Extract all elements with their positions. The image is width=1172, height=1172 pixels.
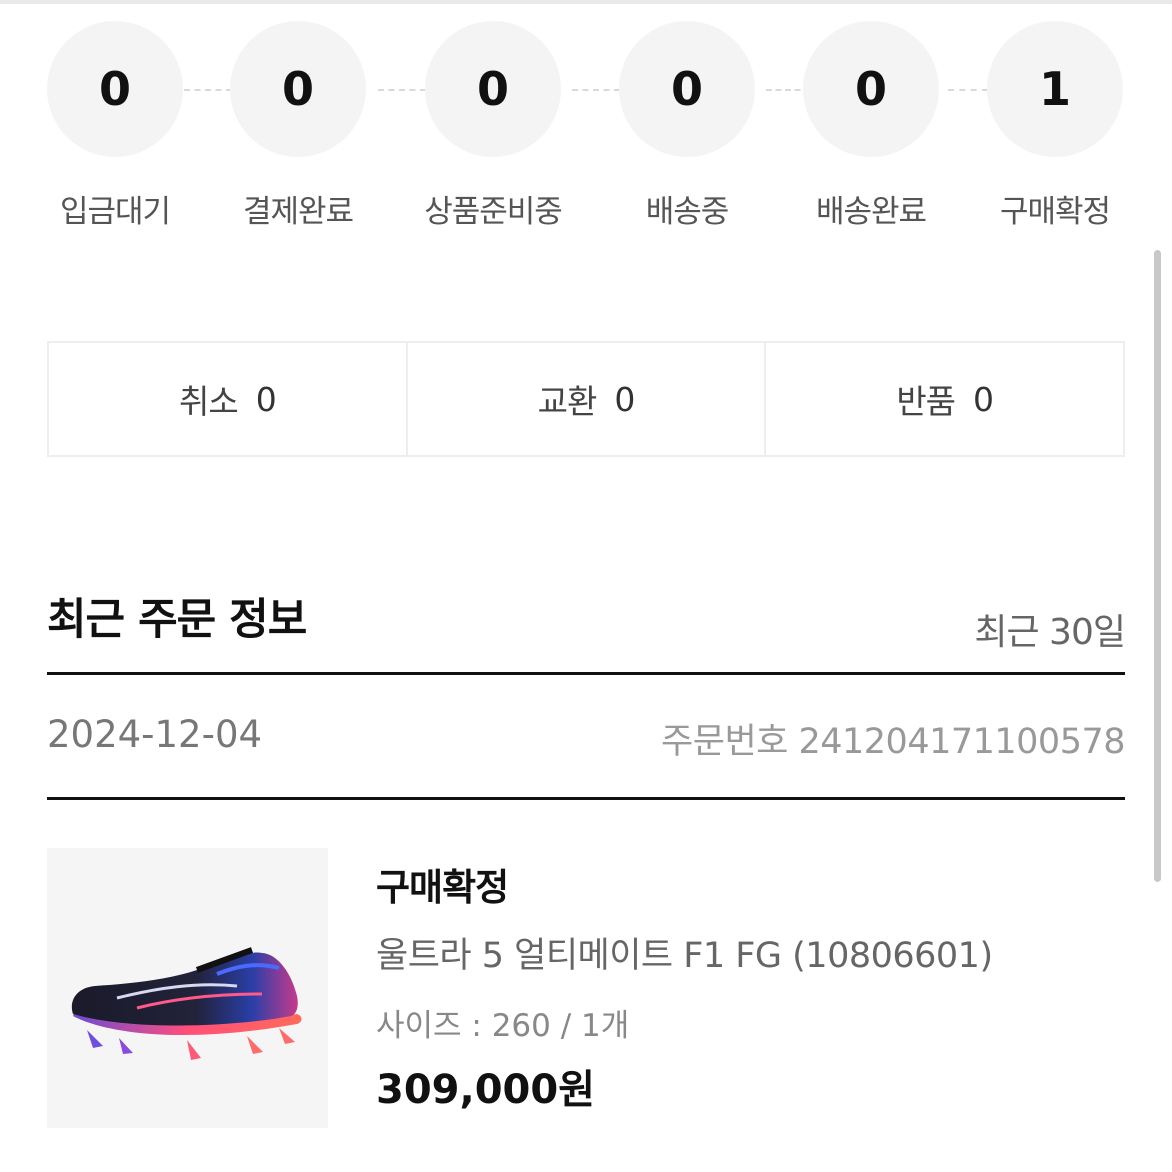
order-status-steps: 0 0 0 0 0 1 입금대기 결제완료 상품준비중 배송중 배송완료 구매확… xyxy=(47,10,1125,230)
claim-return-label: 반품 xyxy=(896,382,956,421)
step-count-paid[interactable]: 0 xyxy=(230,21,366,157)
step-connector xyxy=(378,89,426,91)
claim-cancel[interactable]: 취소 0 xyxy=(49,343,408,455)
item-name[interactable]: 울트라 5 얼티메이트 F1 FG (10806601) xyxy=(376,927,993,978)
shoe-illustration xyxy=(71,947,302,1060)
step-count-shipping[interactable]: 0 xyxy=(619,21,755,157)
step-label-preparing: 상품준비중 xyxy=(424,194,563,230)
claim-cancel-label: 취소 xyxy=(178,382,239,421)
recent-orders-title: 최근 주문 정보 xyxy=(47,595,307,645)
step-connector xyxy=(948,89,988,91)
shoe-product-image[interactable] xyxy=(47,848,328,1128)
step-connector xyxy=(572,89,620,91)
item-status: 구매확정 xyxy=(376,866,509,909)
step-count-pending-payment[interactable]: 0 xyxy=(47,21,183,157)
claim-return-count: 0 xyxy=(973,379,994,419)
item-price: 309,000원 xyxy=(376,1067,595,1113)
step-label-confirmed: 구매확정 xyxy=(999,194,1111,230)
order-date: 2024-12-04 xyxy=(47,713,263,756)
step-label-delivered: 배송완료 xyxy=(815,194,927,230)
top-divider xyxy=(0,0,1172,4)
step-label-shipping: 배송중 xyxy=(645,194,730,230)
recent-orders-range[interactable]: 최근 30일 xyxy=(974,603,1126,655)
item-option: 사이즈 : 260 / 1개 xyxy=(376,1008,630,1044)
claim-return[interactable]: 반품 0 xyxy=(766,343,1123,455)
order-number[interactable]: 주문번호 241204171100578 xyxy=(661,713,1125,764)
claim-exchange[interactable]: 교환 0 xyxy=(408,343,767,455)
step-label-paid: 결제완료 xyxy=(242,194,354,230)
claim-exchange-count: 0 xyxy=(614,379,635,419)
claim-cancel-count: 0 xyxy=(255,379,277,419)
step-label-pending-payment: 입금대기 xyxy=(59,194,171,230)
step-connector xyxy=(184,89,232,91)
step-count-delivered[interactable]: 0 xyxy=(803,21,939,157)
step-count-preparing[interactable]: 0 xyxy=(425,21,561,157)
section-divider xyxy=(47,672,1125,675)
claim-exchange-label: 교환 xyxy=(537,382,598,421)
order-divider xyxy=(47,797,1125,800)
scrollbar-thumb[interactable] xyxy=(1154,250,1161,882)
step-count-confirmed[interactable]: 1 xyxy=(987,21,1123,157)
claim-summary: 취소 0 교환 0 반품 0 xyxy=(47,341,1125,457)
